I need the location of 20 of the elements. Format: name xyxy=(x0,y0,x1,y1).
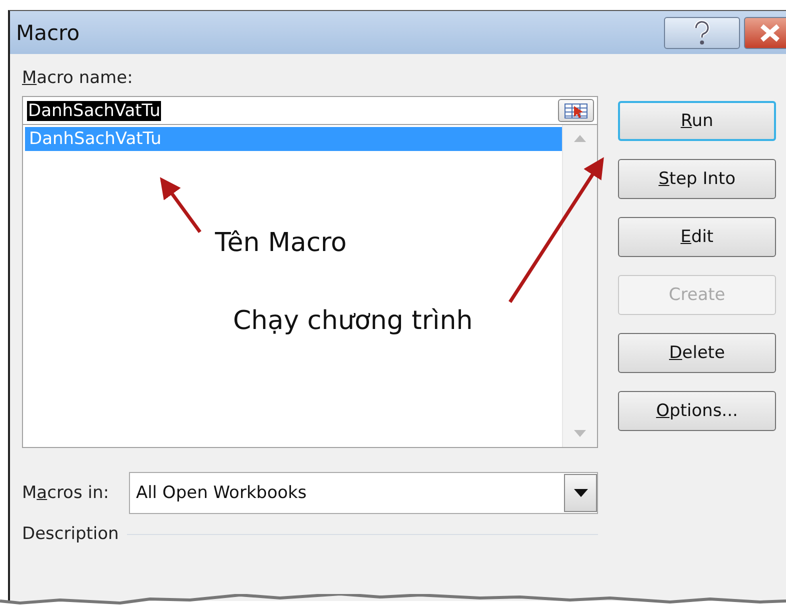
window-title: Macro xyxy=(16,20,81,44)
help-button[interactable] xyxy=(664,16,740,48)
help-icon xyxy=(692,20,712,46)
dialog-button[interactable]: Step Into xyxy=(618,159,776,199)
range-select-button[interactable] xyxy=(558,99,594,122)
annotation-text: Chạy chương trình xyxy=(233,306,473,336)
dialog-button[interactable]: Options... xyxy=(618,391,776,431)
dialog-button[interactable]: Delete xyxy=(618,333,776,373)
dropdown-button[interactable] xyxy=(564,474,597,512)
macro-name-field[interactable]: DanhSachVatTu xyxy=(22,96,598,125)
dialog-button[interactable]: Edit xyxy=(618,217,776,257)
caret-down-icon xyxy=(574,489,588,497)
close-icon xyxy=(759,24,781,42)
macros-in-dropdown[interactable]: All Open Workbooks xyxy=(128,472,598,514)
macro-name-label: Macro name: xyxy=(22,68,134,88)
dialog-button[interactable]: Run xyxy=(618,101,776,141)
description-label: Description xyxy=(22,524,119,544)
annotation-text: Tên Macro xyxy=(215,228,347,258)
close-button[interactable] xyxy=(744,16,786,48)
macros-in-label: Macros in: xyxy=(22,483,109,503)
